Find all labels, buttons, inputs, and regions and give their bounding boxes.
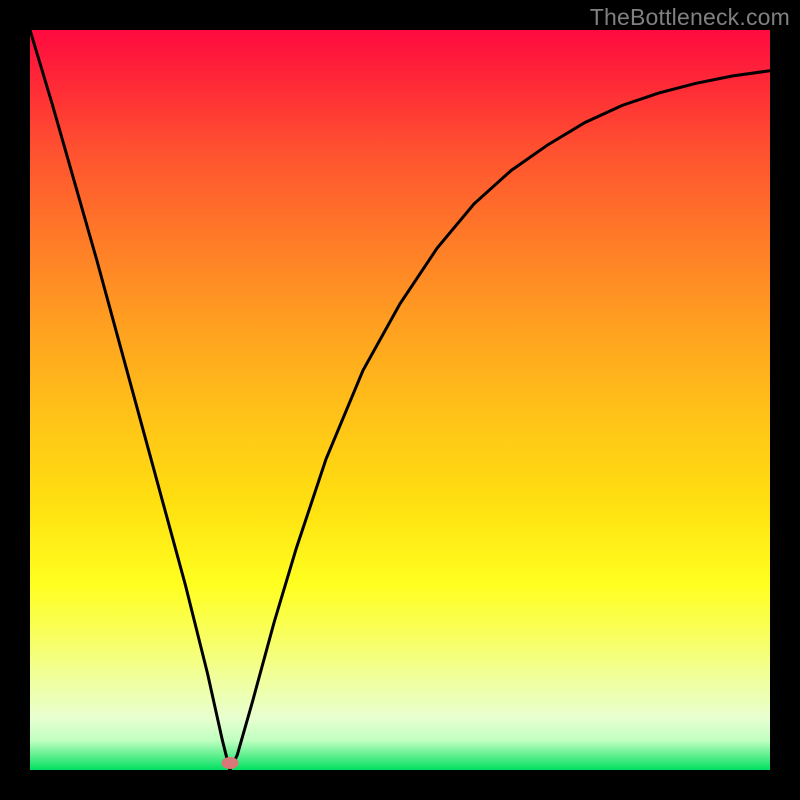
plot-area: [30, 30, 770, 770]
chart-frame: TheBottleneck.com: [0, 0, 800, 800]
bottleneck-curve: [30, 30, 770, 770]
watermark-text: TheBottleneck.com: [590, 4, 790, 31]
minimum-marker: [221, 757, 238, 769]
curve-path: [30, 30, 770, 770]
